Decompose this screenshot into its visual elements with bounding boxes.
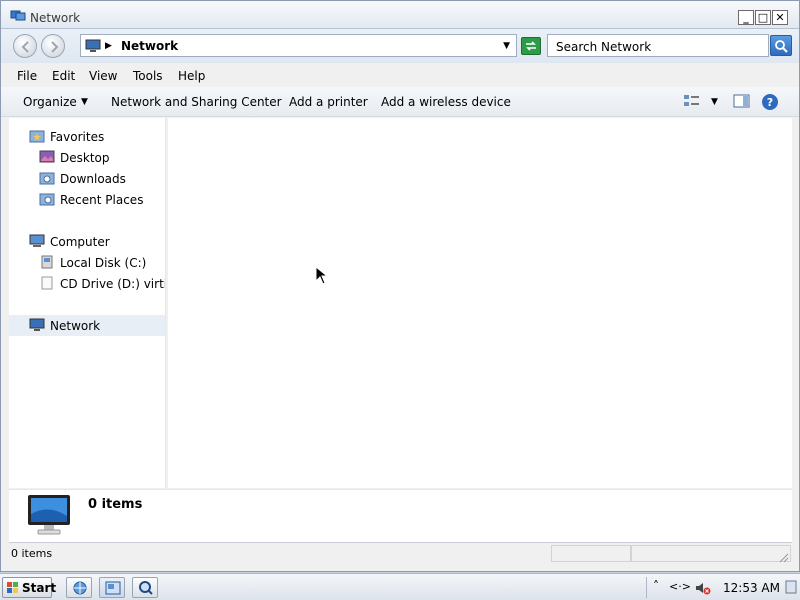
window-title: Network [30,11,81,25]
globe-icon [73,581,87,595]
nav-network[interactable]: Network [9,315,165,336]
nav-downloads-label: Downloads [60,172,126,186]
menu-help[interactable]: Help [178,69,205,83]
taskbar: Start ˄ <·> 12:53 AM [0,573,800,600]
details-pane: 0 items [9,489,792,542]
explorer-window: Network _ □ ✕ ▶ Network ▼ Search Network [0,0,800,572]
nav-downloads[interactable]: Downloads [9,168,165,189]
mouse-cursor-icon [315,266,329,285]
view-dropdown-icon[interactable]: ▼ [711,97,718,107]
add-wireless-device-button[interactable]: Add a wireless device [381,95,511,109]
nav-cd-drive-label: CD Drive (D:) virtio [60,277,166,291]
close-button[interactable]: ✕ [772,10,788,25]
menu-bar: File Edit View Tools Help [1,63,799,87]
navigation-pane: Favorites Desktop Downloads Recent Place… [9,118,166,488]
desktop-icon [39,150,55,163]
minimize-icon: _ [743,11,749,24]
network-icon [29,318,45,331]
taskbar-ie-button[interactable] [66,577,92,598]
magnifier-icon [139,581,153,595]
file-list-area[interactable] [168,118,792,488]
breadcrumb-chevron-icon[interactable]: ▶ [105,41,112,51]
search-placeholder: Search Network [556,40,652,54]
nav-desktop[interactable]: Desktop [9,147,165,168]
resize-grip-icon[interactable] [777,551,789,563]
status-bar: 0 items [9,542,792,564]
nav-computer[interactable]: Computer [9,231,165,252]
favorites-star-icon [29,130,45,143]
nav-network-label: Network [50,319,101,333]
network-status-icon[interactable]: <·> [669,580,691,593]
nav-recent-places-label: Recent Places [60,193,144,207]
details-item-count: 0 items [88,497,143,512]
downloads-folder-icon [39,172,55,185]
forward-button[interactable] [41,34,65,58]
start-button[interactable]: Start [2,577,56,598]
address-bar[interactable]: ▶ Network ▼ [80,34,517,57]
search-button[interactable] [770,35,792,56]
show-desktop-icon[interactable] [785,580,797,594]
add-printer-button[interactable]: Add a printer [289,95,368,109]
start-label: Start [22,581,57,595]
forward-arrow-icon [51,41,59,53]
refresh-button[interactable] [521,37,541,55]
menu-tools[interactable]: Tools [133,69,163,83]
taskbar-search-button[interactable] [132,577,158,598]
search-icon [775,40,788,53]
address-dropdown-icon[interactable]: ▼ [503,41,510,51]
menu-edit[interactable]: Edit [52,69,75,83]
clock[interactable]: 12:53 AM [723,581,780,595]
network-sharing-center-button[interactable]: Network and Sharing Center [111,95,282,109]
nav-favorites[interactable]: Favorites [9,126,165,147]
nav-computer-label: Computer [50,235,110,249]
help-icon[interactable]: ? [761,93,779,111]
organize-dropdown-icon[interactable]: ▼ [81,97,88,107]
menu-file[interactable]: File [17,69,37,83]
svg-text:?: ? [767,96,773,109]
recent-places-icon [39,193,55,206]
explorer-window-icon [105,581,121,595]
show-hidden-icons-icon[interactable]: ˄ [653,579,659,593]
maximize-icon: □ [757,11,769,24]
search-input[interactable]: Search Network [547,34,769,57]
computer-icon [29,234,45,247]
volume-muted-icon[interactable] [695,581,711,595]
nav-favorites-label: Favorites [50,130,105,144]
view-options-icon[interactable] [683,93,701,109]
nav-desktop-label: Desktop [60,151,110,165]
command-bar: Organize ▼ Network and Sharing Center Ad… [1,87,799,117]
monitor-icon [85,39,101,52]
maximize-button[interactable]: □ [755,10,771,25]
status-item-count: 0 items [11,547,53,560]
nav-recent-places[interactable]: Recent Places [9,189,165,210]
address-row: ▶ Network ▼ Search Network [1,29,799,63]
organize-button[interactable]: Organize [23,95,77,109]
cd-drive-icon [41,276,53,290]
taskbar-explorer-button[interactable] [99,577,125,598]
back-arrow-icon [21,41,29,53]
status-segment [551,545,631,562]
back-button[interactable] [13,34,37,58]
title-bar[interactable]: Network _ □ ✕ [1,1,799,29]
refresh-icon [526,41,536,51]
minimize-button[interactable]: _ [738,10,754,25]
close-icon: ✕ [775,11,785,24]
menu-view[interactable]: View [89,69,117,83]
preview-pane-icon[interactable] [733,93,751,109]
network-computer-icon [28,495,70,535]
status-segment [631,545,791,562]
nav-local-disk-label: Local Disk (C:) [60,256,147,270]
system-tray: ˄ <·> 12:53 AM [646,577,798,598]
windows-logo-icon [7,582,18,593]
nav-cd-drive[interactable]: CD Drive (D:) virtio [9,273,166,294]
local-disk-icon [41,255,53,269]
breadcrumb-network[interactable]: Network [121,39,178,53]
nav-local-disk[interactable]: Local Disk (C:) [9,252,165,273]
network-icon [10,10,26,21]
